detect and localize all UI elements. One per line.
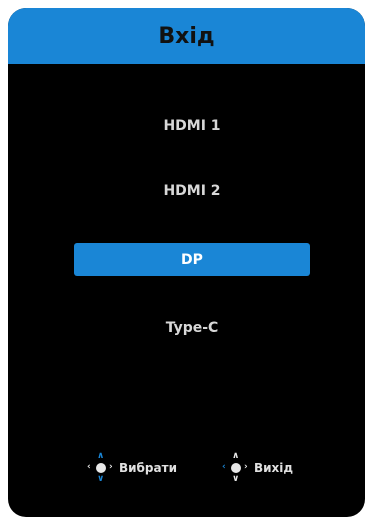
joystick-left-icon: ∧ ∨ ‹ › [222,451,248,484]
input-menu-panel: Вхід HDMI 1 HDMI 2 DP Type-C ∧ ∨ ‹ › Виб… [8,8,365,517]
menu-title: Вхід [158,23,215,49]
menu-header: Вхід [8,8,365,64]
joystick-up-down-icon: ∧ ∨ ‹ › [87,451,113,484]
select-hint-label: Вибрати [119,461,177,475]
menu-item-dp[interactable]: DP [74,243,310,276]
menu-item-hdmi-1[interactable]: HDMI 1 [74,109,310,142]
exit-hint-label: Вихід [254,461,294,475]
menu-item-hdmi-2[interactable]: HDMI 2 [74,174,310,207]
exit-hint[interactable]: ∧ ∨ ‹ › Вихід [221,451,294,484]
select-hint[interactable]: ∧ ∨ ‹ › Вибрати [86,451,177,484]
menu-item-type-c[interactable]: Type-C [74,311,310,344]
